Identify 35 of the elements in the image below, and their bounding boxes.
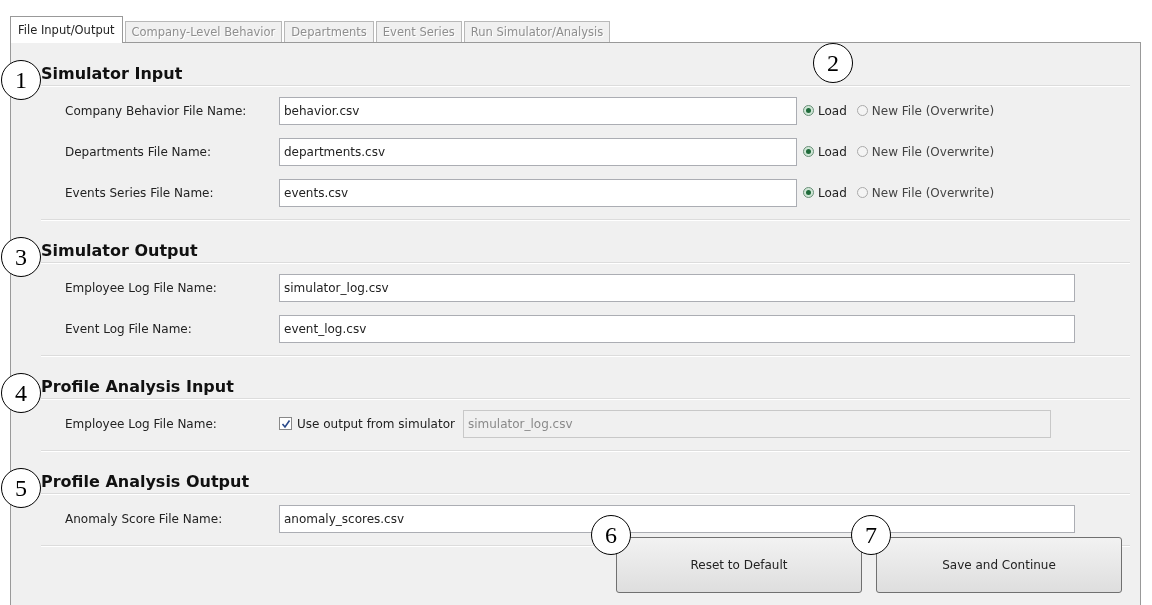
radio-icon[interactable] xyxy=(803,146,814,157)
file-name-field[interactable]: departments.csv xyxy=(279,137,797,166)
callout-number: 3 xyxy=(1,237,41,277)
radio-option[interactable]: Load xyxy=(803,103,847,118)
field-label: Employee Log File Name: xyxy=(64,280,218,295)
callout-number: 1 xyxy=(1,60,41,100)
section-heading: Simulator Output xyxy=(41,240,1130,263)
file-name-field[interactable]: event_log.csv xyxy=(279,314,1075,343)
field-label: Departments File Name: xyxy=(64,144,213,159)
radio-option[interactable]: New File (Overwrite) xyxy=(856,103,995,118)
file-name-field[interactable]: behavior.csv xyxy=(279,96,797,125)
radio-icon[interactable] xyxy=(803,105,814,116)
callout-number: 5 xyxy=(1,468,41,508)
file-name-field[interactable]: events.csv xyxy=(279,178,797,207)
radio-icon[interactable] xyxy=(856,105,868,116)
field-label: Employee Log File Name: xyxy=(64,416,218,431)
radio-icon[interactable] xyxy=(803,187,814,198)
radio-option[interactable]: New File (Overwrite) xyxy=(856,144,995,159)
radio-option[interactable]: Load xyxy=(803,144,847,159)
radio-option[interactable]: New File (Overwrite) xyxy=(856,185,995,200)
section-heading: Profile Analysis Output xyxy=(41,471,1130,494)
section-heading: Profile Analysis Input xyxy=(41,376,1130,399)
field-label: Event Log File Name: xyxy=(64,321,193,336)
file-name-field[interactable]: simulator_log.csv xyxy=(279,273,1075,302)
field-label: Anomaly Score File Name: xyxy=(64,511,224,526)
action-button[interactable]: Reset to Default xyxy=(616,537,862,593)
radio-option[interactable]: Load xyxy=(803,185,847,200)
field-label: Events Series File Name: xyxy=(64,185,215,200)
radio-icon[interactable] xyxy=(856,146,868,157)
radio-icon[interactable] xyxy=(856,187,868,198)
field-label: Company Behavior File Name: xyxy=(64,103,248,118)
callout-number: 2 xyxy=(813,43,853,83)
tab[interactable]: File Input/Output xyxy=(10,16,123,43)
callout-number: 4 xyxy=(1,373,41,413)
action-button[interactable]: Save and Continue xyxy=(876,537,1122,593)
